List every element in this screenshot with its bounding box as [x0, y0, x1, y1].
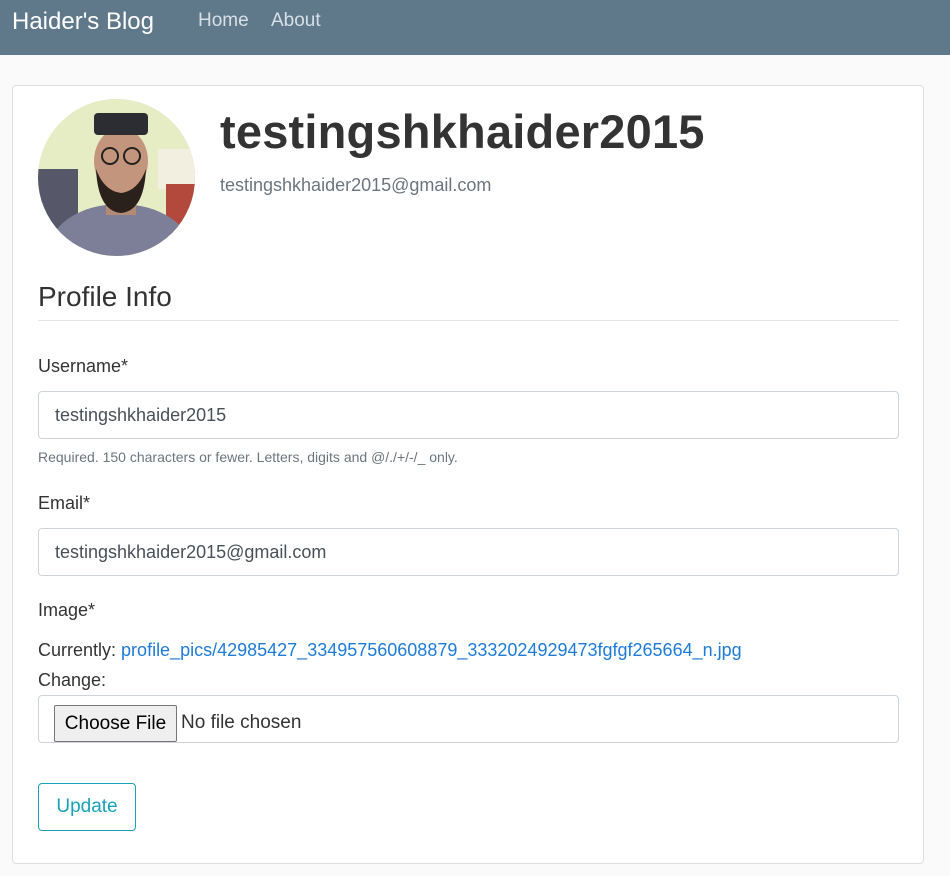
- nav-about-link[interactable]: About: [271, 10, 321, 32]
- change-label: Change:: [38, 670, 107, 690]
- no-file-chosen-text: No file chosen: [181, 712, 302, 733]
- image-file-input[interactable]: Choose File No file chosen: [38, 695, 899, 743]
- avatar-image: [38, 99, 195, 256]
- profile-card: testingshkhaider2015 testingshkhaider201…: [12, 85, 924, 864]
- username-help-text: Required. 150 characters or fewer. Lette…: [38, 449, 458, 465]
- username-label: Username*: [38, 356, 129, 376]
- image-label: Image*: [38, 600, 96, 620]
- current-image-link[interactable]: profile_pics/42985427_334957560608879_33…: [121, 640, 742, 660]
- update-button[interactable]: Update: [38, 783, 136, 831]
- username-input[interactable]: testingshkhaider2015: [38, 391, 899, 439]
- choose-file-button[interactable]: Choose File: [54, 705, 177, 742]
- section-title: Profile Info: [38, 281, 172, 312]
- currently-label: Currently:: [38, 640, 117, 660]
- email-input[interactable]: testingshkhaider2015@gmail.com: [38, 528, 899, 576]
- brand-link[interactable]: Haider's Blog: [12, 8, 154, 36]
- currently-row: Currently: profile_pics/42985427_3349575…: [38, 640, 742, 661]
- nav-home-link[interactable]: Home: [198, 10, 249, 32]
- email-label: Email*: [38, 493, 91, 513]
- section-divider: [38, 320, 899, 321]
- avatar: [38, 99, 195, 256]
- profile-email: testingshkhaider2015@gmail.com: [220, 175, 492, 195]
- profile-username: testingshkhaider2015: [220, 105, 705, 158]
- navbar: Haider's Blog Home About: [0, 0, 950, 55]
